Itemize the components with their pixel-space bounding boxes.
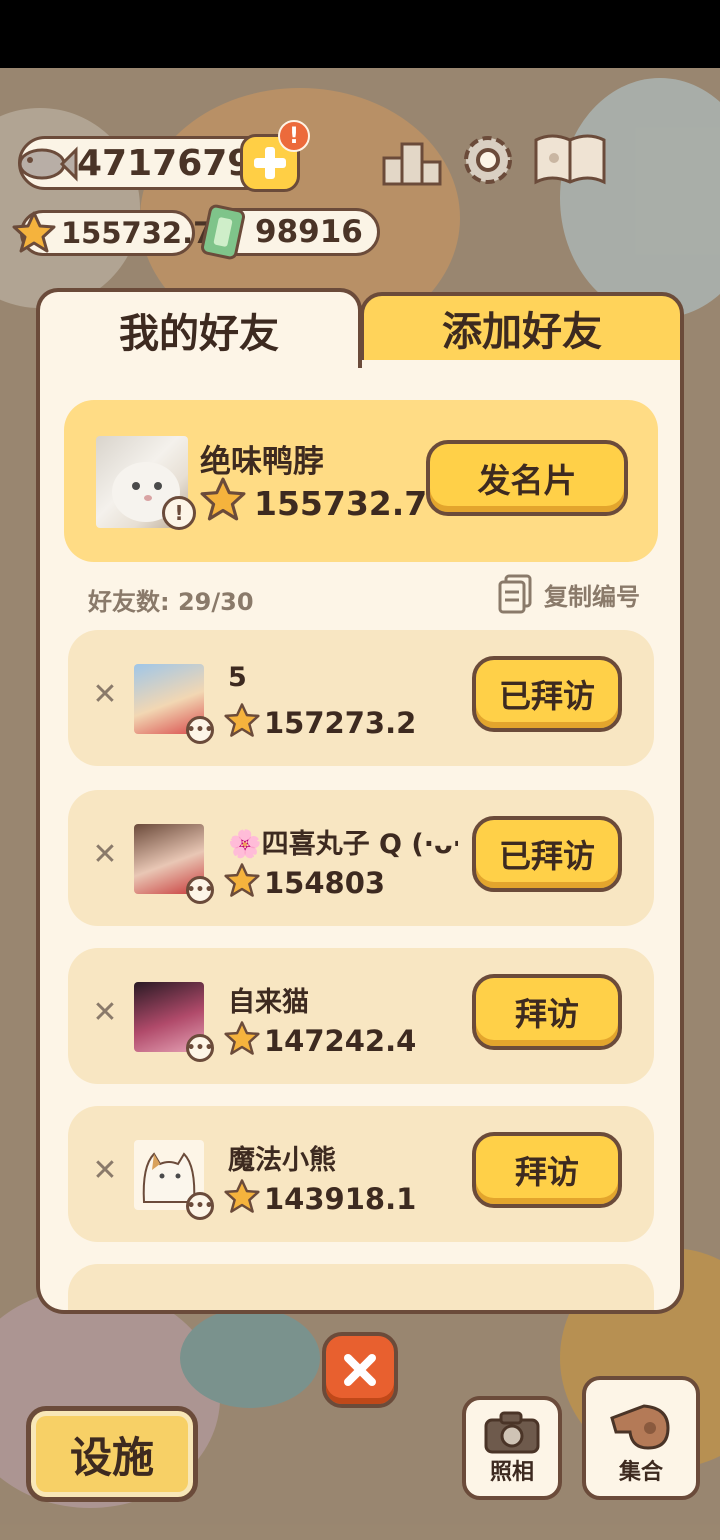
copy-id-label: 复制编号 — [544, 582, 640, 611]
gather-button[interactable]: 集合 — [582, 1376, 700, 1500]
tab-my-friends[interactable]: 我的好友 — [36, 288, 362, 368]
fish-icon — [18, 146, 78, 182]
friend-score: 147242.4 — [264, 1024, 417, 1058]
more-options-icon[interactable]: ••• — [186, 876, 214, 904]
friend-score: 154803 — [264, 866, 386, 900]
star-icon — [224, 1179, 260, 1213]
visit-button[interactable]: 拜访 — [472, 1132, 622, 1208]
friend-score: 143918.1 — [264, 1182, 417, 1216]
my-score: 155732.7 — [254, 484, 428, 523]
friend-row-partial — [68, 1264, 654, 1310]
copy-id-button[interactable]: 复制编号 — [498, 574, 640, 614]
remove-friend-icon[interactable]: ✕ — [88, 1154, 122, 1188]
settings-gear-icon[interactable] — [456, 128, 520, 192]
my-name: 绝味鸭脖 — [200, 444, 324, 480]
more-options-icon[interactable]: ••• — [186, 716, 214, 744]
friend-name: 魔法小熊 — [228, 1145, 336, 1176]
remove-friend-icon[interactable]: ✕ — [88, 838, 122, 872]
friend-name: 5 — [228, 662, 247, 693]
close-dialog-button[interactable] — [322, 1332, 398, 1408]
star-icon — [224, 1021, 260, 1055]
camera-icon — [484, 1411, 540, 1454]
camera-label: 照相 — [489, 1460, 534, 1485]
paw-book-icon[interactable] — [532, 128, 608, 192]
more-options-icon[interactable]: ••• — [186, 1192, 214, 1220]
friends-panel: ! 绝味鸭脖 155732.7 发名片 好友数: 29/30 复制编号 ✕ ••… — [36, 360, 684, 1314]
friend-count: 好友数: 29/30 — [88, 588, 254, 616]
profile-info-badge[interactable]: ! — [162, 496, 196, 530]
status-bar — [0, 0, 720, 68]
friend-row: ✕ ••• 5 157273.2 已拜访 — [68, 630, 654, 766]
gather-label: 集合 — [618, 1460, 663, 1485]
ticket-count: 98916 — [255, 214, 363, 250]
visit-button[interactable]: 已拜访 — [472, 816, 622, 892]
tab-add-friends[interactable]: 添加好友 — [360, 292, 684, 364]
alert-badge: ! — [278, 120, 310, 152]
ticket-icon — [200, 204, 246, 260]
my-profile-card: ! 绝味鸭脖 155732.7 发名片 — [64, 400, 658, 562]
leaderboard-icon[interactable] — [380, 128, 444, 192]
camera-button[interactable]: 照相 — [462, 1396, 562, 1500]
star-icon — [200, 477, 246, 521]
copy-icon — [498, 574, 532, 614]
close-icon — [344, 1354, 376, 1386]
visit-button[interactable]: 拜访 — [472, 974, 622, 1050]
facility-button[interactable]: 设施 — [26, 1406, 198, 1502]
send-card-button[interactable]: 发名片 — [426, 440, 628, 516]
friend-row: ✕ ••• 自来猫 147242.4 拜访 — [68, 948, 654, 1084]
more-options-icon[interactable]: ••• — [186, 1034, 214, 1062]
friend-name: 自来猫 — [228, 987, 309, 1018]
friend-row: ✕ ••• 🌸四喜丸子 Q (·ᴗ·)۶ 154803 已拜访 — [68, 790, 654, 926]
whistle-icon — [610, 1404, 670, 1450]
star-icon — [224, 863, 260, 897]
remove-friend-icon[interactable]: ✕ — [88, 996, 122, 1030]
visit-button[interactable]: 已拜访 — [472, 656, 622, 732]
star-icon — [224, 703, 260, 737]
friend-score: 157273.2 — [264, 706, 417, 740]
star-icon — [12, 211, 56, 253]
remove-friend-icon[interactable]: ✕ — [88, 678, 122, 712]
friends-dialog: 添加好友 我的好友 ! 绝味鸭脖 155732.7 发名片 好友数: 29/30 — [36, 288, 684, 1314]
friend-row: ✕ ••• 魔法小熊 143918.1 拜访 — [68, 1106, 654, 1242]
friend-name: 🌸四喜丸子 Q (·ᴗ·)۶ — [228, 829, 458, 860]
star-score: 155732.7 — [61, 216, 214, 250]
